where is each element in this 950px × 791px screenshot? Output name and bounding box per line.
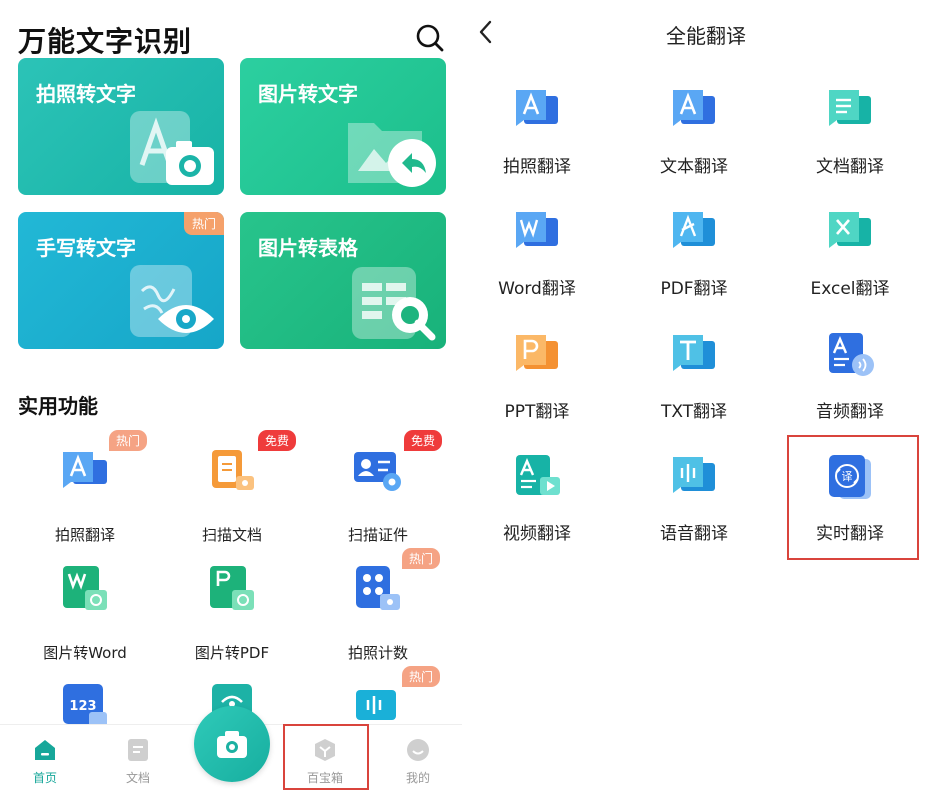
translate-photo[interactable]: 拍照翻译 <box>462 88 612 188</box>
nav-label: 我的 <box>405 771 430 785</box>
page-title: 全能翻译 <box>666 24 746 48</box>
feature-photo-translate[interactable]: 热门 拍照翻译 <box>15 430 155 546</box>
translate-label: 拍照翻译 <box>503 157 571 177</box>
table-search-icon <box>352 267 436 341</box>
translate-label: 文本翻译 <box>660 157 728 177</box>
nav-label: 文档 <box>125 771 150 785</box>
card-label: 拍照转文字 <box>36 82 136 106</box>
card-photo-to-text[interactable]: 拍照转文字 <box>18 58 224 195</box>
highlight-toolbox <box>283 724 369 790</box>
translate-a-icon <box>63 452 107 488</box>
card-image-to-text[interactable]: 图片转文字 <box>240 58 446 195</box>
translate-text[interactable]: 文本翻译 <box>619 88 769 188</box>
translate-pdf[interactable]: PDF翻译 <box>619 210 769 310</box>
nav-home[interactable]: 首页 <box>15 733 75 789</box>
hot-badge: 热门 <box>402 666 441 687</box>
card-label: 图片转表格 <box>258 236 358 260</box>
translate-label: PDF翻译 <box>660 279 728 299</box>
pdf-translate-icon <box>673 212 715 248</box>
feature-scan-id[interactable]: 免费 扫描证件 <box>308 430 448 546</box>
document-translate-icon <box>829 90 871 126</box>
translate-label: PPT翻译 <box>504 402 570 422</box>
word-translate-icon <box>516 212 558 248</box>
document-icon <box>128 739 148 761</box>
section-title: 实用功能 <box>18 394 98 418</box>
translate-label: Word翻译 <box>498 279 576 299</box>
card-handwriting-to-text[interactable]: 手写转文字 热门 <box>18 212 224 349</box>
voice-translate-icon <box>673 457 715 493</box>
home-icon <box>35 740 55 760</box>
count-dots-icon <box>356 566 400 610</box>
feature-label: 图片转PDF <box>194 644 270 662</box>
translate-ppt[interactable]: PPT翻译 <box>462 333 612 433</box>
excel-translate-icon <box>829 212 871 248</box>
card-label: 图片转文字 <box>258 82 358 106</box>
handwriting-eye-icon <box>130 265 214 337</box>
translate-txt[interactable]: TXT翻译 <box>619 333 769 433</box>
folder-share-icon <box>348 123 436 187</box>
video-translate-icon <box>516 455 560 495</box>
app-title: 万能文字识别 <box>18 25 193 58</box>
highlight-realtime-translate <box>787 435 919 560</box>
audio-translate-icon <box>829 333 874 376</box>
translate-excel[interactable]: Excel翻译 <box>775 210 925 310</box>
hot-badge: 热门 <box>109 430 148 451</box>
profile-icon <box>407 739 429 761</box>
hot-badge: 热门 <box>402 548 441 569</box>
scan-document-icon <box>212 450 254 490</box>
card-image-to-table[interactable]: 图片转表格 <box>240 212 446 349</box>
nav-label: 首页 <box>32 771 57 785</box>
translate-video[interactable]: 视频翻译 <box>462 455 612 555</box>
word-icon <box>63 566 107 610</box>
free-badge: 免费 <box>404 430 443 451</box>
translate-label: TXT翻译 <box>660 402 728 422</box>
photo-translate-icon <box>516 90 558 126</box>
feature-label: 拍照翻译 <box>54 526 115 544</box>
translate-label: 音频翻译 <box>816 402 884 422</box>
free-badge: 免费 <box>258 430 297 451</box>
feature-image-to-pdf[interactable]: 图片转PDF <box>162 564 302 664</box>
translate-document[interactable]: 文档翻译 <box>775 88 925 188</box>
txt-translate-icon <box>673 335 715 371</box>
translate-label: 文档翻译 <box>816 157 884 177</box>
camera-icon <box>217 731 247 758</box>
svg-text:123: 123 <box>69 699 96 714</box>
text-translate-icon <box>673 90 715 126</box>
camera-button[interactable] <box>194 706 270 782</box>
nav-documents[interactable]: 文档 <box>108 733 168 789</box>
home-screen: 万能文字识别 拍照转文字 图片转文字 手写转文字 热门 图片转表格 实用功能 热… <box>0 0 462 791</box>
id-card-icon <box>354 452 401 491</box>
feature-label: 扫描文档 <box>201 526 262 544</box>
translate-audio[interactable]: 音频翻译 <box>775 333 925 433</box>
feature-label: 扫描证件 <box>347 526 408 544</box>
feature-label: 图片转Word <box>43 644 127 662</box>
feature-image-to-word[interactable]: 图片转Word <box>15 564 155 664</box>
translate-label: 语音翻译 <box>660 524 728 544</box>
nav-profile[interactable]: 我的 <box>388 733 448 789</box>
translate-voice[interactable]: 语音翻译 <box>619 455 769 555</box>
feature-label: 拍照计数 <box>347 644 408 662</box>
photo-text-illustration-icon <box>130 111 214 185</box>
translate-label: 视频翻译 <box>503 524 571 544</box>
ppt-translate-icon <box>516 335 558 371</box>
translate-word[interactable]: Word翻译 <box>462 210 612 310</box>
feature-scan-document[interactable]: 免费 扫描文档 <box>162 430 302 546</box>
card-label: 手写转文字 <box>36 236 136 260</box>
search-icon[interactable] <box>414 22 446 54</box>
translation-screen: 全能翻译 拍照翻译 文本翻译 文档翻译 Word翻译 PDF翻译 Excel翻译… <box>462 0 950 791</box>
pdf-icon <box>210 566 254 610</box>
feature-photo-count[interactable]: 热门 拍照计数 <box>308 548 448 664</box>
translate-label: Excel翻译 <box>810 279 890 299</box>
hot-tag: 热门 <box>183 212 224 235</box>
